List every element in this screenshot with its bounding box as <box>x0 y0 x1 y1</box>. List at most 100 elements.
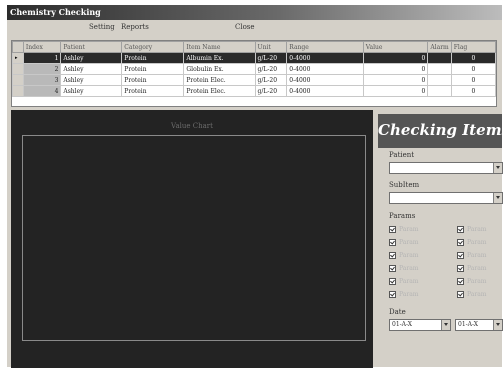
cell-patient[interactable]: Ashley <box>60 52 123 64</box>
chevron-down-icon[interactable] <box>493 193 502 203</box>
param-checkbox-label: Param <box>467 291 487 298</box>
checking-items-panel: Checking Items Patient SubItem Params Pa… <box>375 110 504 368</box>
checkmark-icon[interactable] <box>389 252 396 259</box>
checkmark-icon[interactable] <box>457 239 464 246</box>
param-checkbox-label: Param <box>467 226 487 233</box>
patient-label: Patient <box>389 151 415 159</box>
cell-patient[interactable]: Ashley <box>60 74 123 86</box>
checkmark-icon[interactable] <box>457 265 464 272</box>
cell-flag[interactable]: 0 <box>450 85 496 97</box>
checkmark-icon[interactable] <box>389 278 396 285</box>
column-header[interactable]: Item Name <box>183 41 256 53</box>
params-label: Params <box>389 212 416 220</box>
row-indicator <box>12 85 24 97</box>
menu-item-setting[interactable]: Setting <box>89 23 115 31</box>
current-row-arrow-icon: ▸ <box>12 52 24 64</box>
checkmark-icon[interactable] <box>389 239 396 246</box>
grid-header-row: Index Patient Category Item Name Unit Ra… <box>12 41 496 53</box>
date-to-combo[interactable]: 01-A-X <box>455 319 503 331</box>
chart-plot-area <box>22 135 366 341</box>
param-checkbox-label: Param <box>467 239 487 246</box>
checkmark-icon[interactable] <box>457 252 464 259</box>
cell-unit[interactable]: g/L-20 <box>254 52 288 64</box>
subitem-combo[interactable] <box>389 192 503 204</box>
cell-category[interactable]: Protein <box>121 74 185 86</box>
table-row[interactable]: 4 Ashley Protein Protein Elec. g/L-20 0-… <box>12 85 496 97</box>
column-header[interactable]: Patient <box>60 41 123 53</box>
column-header[interactable]: Alarm <box>427 41 452 53</box>
column-header[interactable]: Range <box>286 41 364 53</box>
cell-unit[interactable]: g/L-20 <box>254 85 288 97</box>
cell-index[interactable]: 1 <box>22 52 62 64</box>
param-checkbox-label: Param <box>399 278 419 285</box>
checkmark-icon[interactable] <box>389 226 396 233</box>
cell-category[interactable]: Protein <box>121 85 185 97</box>
column-header[interactable]: Flag <box>450 41 496 53</box>
cell-index[interactable]: 4 <box>22 85 62 97</box>
row-indicator <box>12 63 24 75</box>
cell-index[interactable]: 3 <box>22 74 62 86</box>
checkmark-icon[interactable] <box>457 291 464 298</box>
column-header[interactable]: Value <box>362 41 429 53</box>
checkmark-icon[interactable] <box>457 278 464 285</box>
chart-title: Value Chart <box>171 122 213 130</box>
cell-item-name[interactable]: Globulin Ex. <box>183 63 256 75</box>
cell-alarm[interactable] <box>427 52 452 64</box>
param-checkbox-label: Param <box>467 278 487 285</box>
date-from-combo[interactable]: 01-A-X <box>389 319 451 331</box>
checkmark-icon[interactable] <box>389 291 396 298</box>
cell-item-name[interactable]: Protein Elec. <box>183 74 256 86</box>
cell-range[interactable]: 0-4000 <box>286 74 364 86</box>
menu-item-reports[interactable]: Reports <box>121 23 149 31</box>
cell-flag[interactable]: 0 <box>450 63 496 75</box>
patient-combo[interactable] <box>389 162 503 174</box>
cell-index[interactable]: 2 <box>22 63 62 75</box>
cell-flag[interactable]: 0 <box>450 74 496 86</box>
cell-range[interactable]: 0-4000 <box>286 52 364 64</box>
cell-item-name[interactable]: Protein Elec. <box>183 85 256 97</box>
cell-flag[interactable]: 0 <box>450 52 496 64</box>
table-row[interactable]: ▸ 1 Ashley Protein Albumin Ex. g/L-20 0-… <box>12 52 496 64</box>
table-row[interactable]: 3 Ashley Protein Protein Elec. g/L-20 0-… <box>12 74 496 86</box>
cell-unit[interactable]: g/L-20 <box>254 74 288 86</box>
subitem-label: SubItem <box>389 181 420 189</box>
cell-value[interactable]: 0 <box>362 74 429 86</box>
cell-item-name[interactable]: Albumin Ex. <box>183 52 256 64</box>
cell-patient[interactable]: Ashley <box>60 85 123 97</box>
column-header[interactable]: Category <box>121 41 185 53</box>
app-window: Chemistry Checking Setting Reports Close… <box>6 4 504 368</box>
row-indicator <box>12 74 24 86</box>
chevron-down-icon[interactable] <box>493 320 502 330</box>
cell-alarm[interactable] <box>427 63 452 75</box>
cell-alarm[interactable] <box>427 85 452 97</box>
param-checkbox-label: Param <box>399 265 419 272</box>
date-label: Date <box>389 308 406 316</box>
cell-range[interactable]: 0-4000 <box>286 63 364 75</box>
cell-alarm[interactable] <box>427 74 452 86</box>
cell-value[interactable]: 0 <box>362 52 429 64</box>
checkmark-icon[interactable] <box>457 226 464 233</box>
cell-value[interactable]: 0 <box>362 63 429 75</box>
title-bar: Chemistry Checking <box>7 5 502 20</box>
cell-value[interactable]: 0 <box>362 85 429 97</box>
menu-item-close[interactable]: Close <box>235 23 255 31</box>
cell-category[interactable]: Protein <box>121 52 185 64</box>
results-grid: Index Patient Category Item Name Unit Ra… <box>11 40 497 107</box>
checkmark-icon[interactable] <box>389 265 396 272</box>
cell-unit[interactable]: g/L-20 <box>254 63 288 75</box>
date-to-value: 01-A-X <box>458 321 479 328</box>
chevron-down-icon[interactable] <box>493 163 502 173</box>
chevron-down-icon[interactable] <box>441 320 450 330</box>
param-checkbox-label: Param <box>467 265 487 272</box>
column-header[interactable]: Index <box>22 41 62 53</box>
param-checkbox-label: Param <box>399 239 419 246</box>
checking-items-banner: Checking Items <box>378 114 504 148</box>
cell-patient[interactable]: Ashley <box>60 63 123 75</box>
param-checkbox-label: Param <box>467 252 487 259</box>
cell-category[interactable]: Protein <box>121 63 185 75</box>
cell-range[interactable]: 0-4000 <box>286 85 364 97</box>
value-chart-panel: Value Chart <box>11 110 373 368</box>
param-checkbox-label: Param <box>399 252 419 259</box>
table-row[interactable]: 2 Ashley Protein Globulin Ex. g/L-20 0-4… <box>12 63 496 75</box>
column-header[interactable]: Unit <box>254 41 288 53</box>
